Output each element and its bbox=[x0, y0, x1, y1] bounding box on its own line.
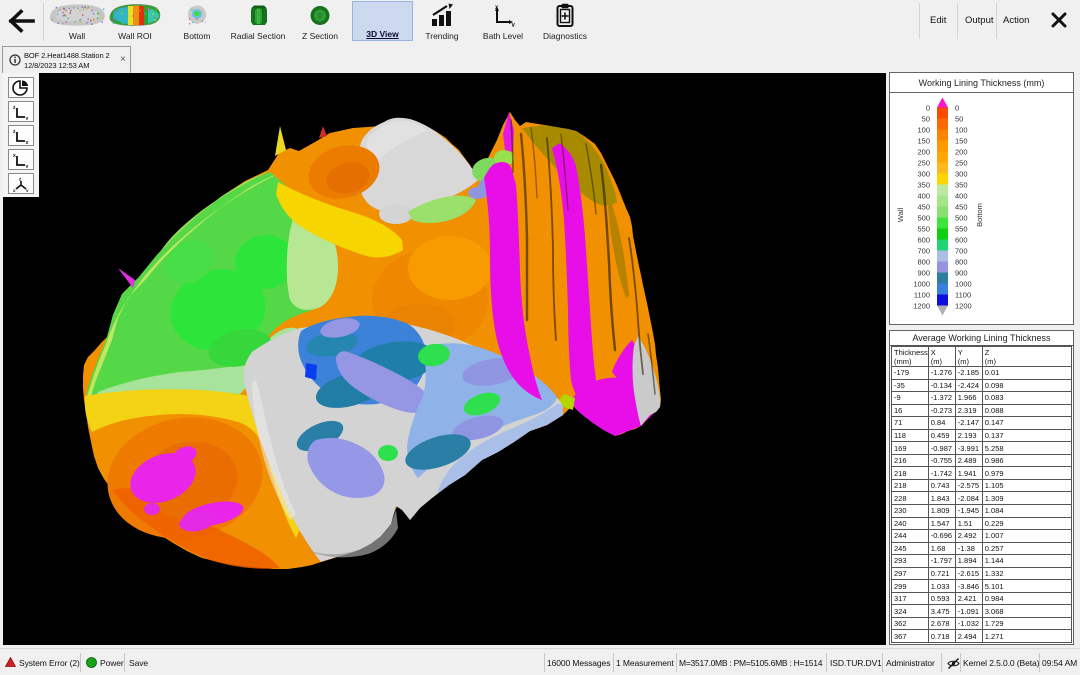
svg-text:y: y bbox=[26, 164, 29, 168]
svg-text:z: z bbox=[19, 176, 22, 181]
svg-text:y: y bbox=[512, 23, 516, 28]
svg-text:y: y bbox=[26, 188, 29, 192]
svg-text:x: x bbox=[13, 188, 16, 192]
svg-text:z: z bbox=[13, 105, 16, 111]
svg-text:x: x bbox=[26, 140, 29, 144]
svg-text:y: y bbox=[26, 116, 29, 120]
svg-text:z: z bbox=[13, 129, 16, 135]
svg-text:x: x bbox=[13, 153, 16, 159]
